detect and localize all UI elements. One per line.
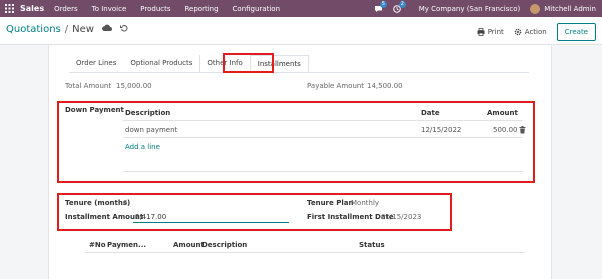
breadcrumb-separator: /	[64, 24, 69, 35]
control-actions: Print Action Create	[477, 23, 596, 41]
main-menu: Orders To Invoice Products Reporting Con…	[54, 5, 280, 13]
company-switcher[interactable]: My Company (San Francisco)	[419, 5, 520, 13]
form-sheet: Order Lines Optional Products Other Info…	[48, 45, 552, 279]
control-panel: Quotations / New Print Action Create	[0, 17, 602, 45]
trash-icon[interactable]	[519, 126, 526, 136]
activity-clock-icon[interactable]: 2	[392, 0, 406, 13]
inst-column-payment[interactable]: Paymen...	[107, 241, 146, 249]
inst-column-description[interactable]: Description	[202, 241, 247, 249]
down-payment-label: Down Payment	[65, 106, 124, 114]
dp-column-date[interactable]: Date	[421, 109, 440, 117]
add-a-line-link[interactable]: Add a line	[125, 143, 160, 151]
total-amount-value: 15,000.00	[116, 82, 152, 90]
chat-badge: 5	[379, 0, 387, 8]
tab-optional-products[interactable]: Optional Products	[123, 55, 199, 72]
top-navbar: Sales Orders To Invoice Products Reporti…	[0, 0, 602, 17]
dp-row-description[interactable]: down payment	[125, 126, 177, 134]
dp-header-divider	[123, 120, 523, 121]
app-brand[interactable]: Sales	[20, 4, 44, 13]
print-icon	[477, 28, 485, 36]
dp-footer-divider	[123, 171, 523, 172]
installment-amount-label: Installment Amount	[65, 213, 144, 221]
tenure-plan-label: Tenure Plan	[307, 199, 354, 207]
menu-to-invoice[interactable]: To Invoice	[92, 5, 127, 13]
action-label: Action	[524, 28, 547, 36]
total-amount-label: Total Amount	[65, 82, 112, 90]
tenure-plan-value[interactable]: Monthly	[351, 199, 379, 207]
activity-badge: 2	[398, 0, 406, 8]
first-installment-date-value[interactable]: 01/15/2023	[381, 213, 421, 221]
print-button[interactable]: Print	[477, 28, 504, 36]
inst-header-divider	[85, 252, 525, 253]
payable-amount-value: 14,500.00	[367, 82, 403, 90]
action-button[interactable]: Action	[514, 28, 547, 36]
print-label: Print	[487, 28, 504, 36]
breadcrumb-current: New	[72, 24, 94, 35]
user-name: Mitchell Admin	[544, 4, 596, 13]
payable-amount-label: Payable Amount	[307, 82, 365, 90]
menu-reporting[interactable]: Reporting	[185, 5, 219, 13]
user-menu[interactable]: Mitchell Admin	[530, 3, 596, 14]
installments-tab-highlight	[223, 53, 274, 73]
dp-row-amount[interactable]: 500.00	[493, 126, 518, 134]
discard-undo-icon[interactable]	[119, 24, 128, 35]
navbar-systray: 5 2 My Company (San Francisco) Mitchell …	[374, 0, 596, 17]
tab-order-lines[interactable]: Order Lines	[69, 55, 123, 72]
breadcrumb-quotations[interactable]: Quotations	[6, 24, 61, 35]
dp-row-date[interactable]: 12/15/2022	[421, 126, 461, 134]
menu-products[interactable]: Products	[140, 5, 170, 13]
apps-grid-icon[interactable]	[0, 0, 18, 17]
chat-icon[interactable]: 5	[374, 0, 387, 13]
save-cloud-icon[interactable]	[101, 24, 112, 35]
create-button[interactable]: Create	[556, 23, 596, 41]
tenure-value[interactable]: 6	[123, 199, 127, 207]
tenure-label: Tenure (months)	[65, 199, 131, 207]
installment-amount-underline	[133, 222, 289, 223]
menu-configuration[interactable]: Configuration	[233, 5, 280, 13]
installment-amount-input[interactable]: 2,417.00	[135, 213, 166, 221]
dp-row-divider	[123, 137, 523, 138]
inst-column-amount[interactable]: Amount	[173, 241, 204, 249]
menu-orders[interactable]: Orders	[54, 5, 78, 13]
avatar	[530, 3, 541, 14]
inst-column-no[interactable]: #No	[89, 241, 106, 249]
inst-column-status[interactable]: Status	[359, 241, 385, 249]
gear-icon	[514, 28, 522, 36]
breadcrumb: Quotations / New	[6, 24, 128, 35]
dp-column-description[interactable]: Description	[125, 109, 170, 117]
dp-column-amount[interactable]: Amount	[487, 109, 518, 117]
notebook-tabs: Order Lines Optional Products Other Info…	[69, 55, 529, 73]
